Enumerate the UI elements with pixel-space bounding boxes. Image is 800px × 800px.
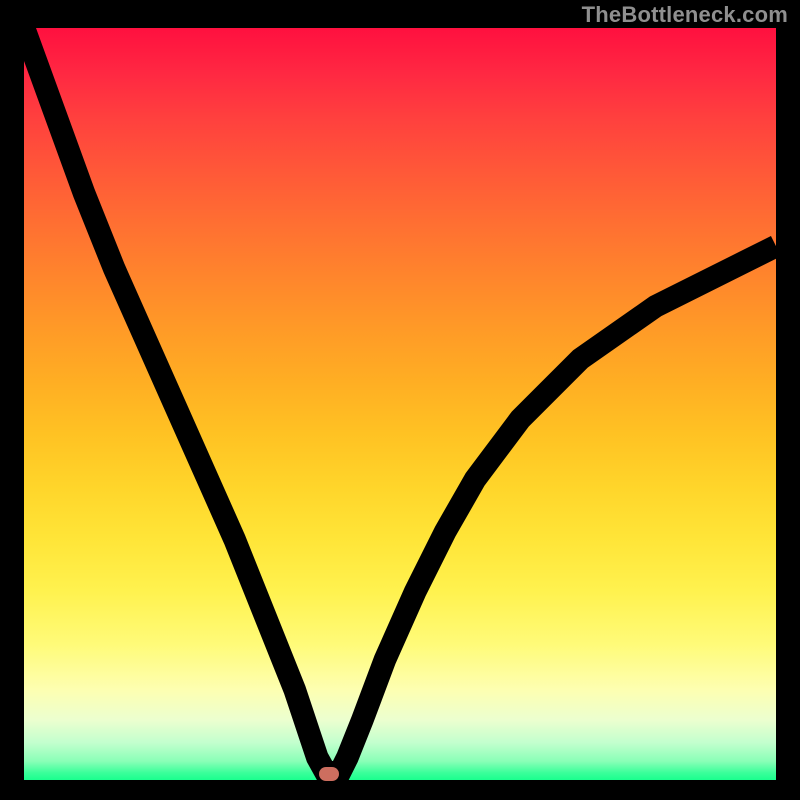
watermark-text: TheBottleneck.com	[582, 2, 788, 28]
plot-area	[24, 28, 776, 780]
optimum-marker	[319, 767, 339, 781]
bottleneck-curve	[24, 28, 776, 772]
curve-svg	[24, 28, 776, 780]
chart-container: TheBottleneck.com	[0, 0, 800, 800]
